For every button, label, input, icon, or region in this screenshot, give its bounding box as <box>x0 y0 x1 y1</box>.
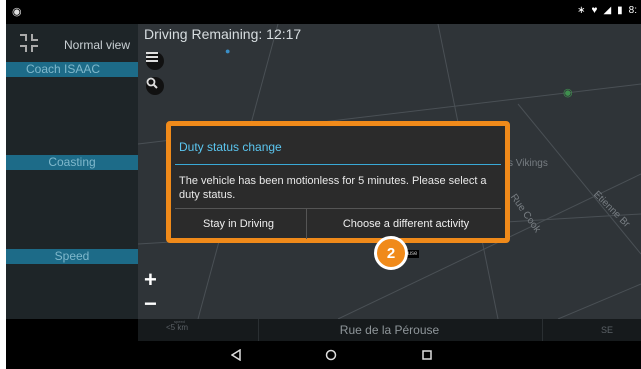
view-toggle-button[interactable]: Normal view <box>6 28 138 58</box>
dialog-message: The vehicle has been motionless for 5 mi… <box>179 175 487 201</box>
bottom-info-bar: speed <5 km Rue de la Pérouse SE <box>138 319 641 341</box>
clock-text: 8: <box>628 5 637 16</box>
driver-bar[interactable]: Coach ISAAC <box>6 62 138 77</box>
current-street: Rue de la Pérouse <box>339 323 440 337</box>
map-pin-icon: ● <box>225 46 231 56</box>
hamburger-icon <box>146 52 158 62</box>
menu-button[interactable] <box>146 52 164 70</box>
step-number-badge: 2 <box>374 236 408 270</box>
status-icons: ∗ ♥ ◢ ▮ 8: <box>577 5 637 16</box>
search-button[interactable] <box>146 77 164 95</box>
zoom-in-button[interactable]: + <box>144 269 157 291</box>
poi-pin-icon[interactable]: ◉ <box>563 86 573 99</box>
status-bar: ◉ ∗ ♥ ◢ ▮ 8: <box>6 0 641 24</box>
left-panel: Normal view Coach ISAAC Coasting Speed <box>6 24 138 319</box>
zoom-out-button[interactable]: − <box>144 293 157 315</box>
choose-different-activity-button[interactable]: Choose a different activity <box>307 209 505 239</box>
back-button[interactable] <box>228 347 244 363</box>
tablet-screen: ◉ ∗ ♥ ◢ ▮ 8: Normal view Coach ISAAC Coa <box>6 0 641 369</box>
stay-in-driving-button[interactable]: Stay in Driving <box>171 209 306 239</box>
map-label-vikings: s Vikings <box>508 158 548 169</box>
home-circle-icon <box>325 349 337 361</box>
wifi-icon: ♥ <box>591 5 598 16</box>
battery-icon: ▮ <box>617 5 623 16</box>
android-nav-bar <box>6 341 641 369</box>
search-icon <box>146 77 158 89</box>
duty-status-dialog: Duty status change The vehicle has been … <box>166 121 510 243</box>
notification-icon: ◉ <box>12 6 22 18</box>
home-button[interactable] <box>323 347 339 363</box>
signal-icon: ◢ <box>603 5 612 16</box>
recent-apps-button[interactable] <box>419 347 435 363</box>
dialog-title: Duty status change <box>179 140 282 154</box>
view-label: Normal view <box>64 38 131 52</box>
heading-value: SE <box>600 325 613 335</box>
grid-view-icon <box>20 34 38 52</box>
dialog-title-divider <box>175 164 501 165</box>
back-triangle-icon <box>231 349 241 361</box>
bluetooth-icon: ∗ <box>577 5 586 16</box>
speed-bar: Speed <box>6 249 138 264</box>
duty-status-bar[interactable]: Coasting <box>6 155 138 170</box>
recent-apps-square-icon <box>422 350 432 360</box>
driving-remaining-text: Driving Remaining: 12:17 <box>144 26 302 42</box>
